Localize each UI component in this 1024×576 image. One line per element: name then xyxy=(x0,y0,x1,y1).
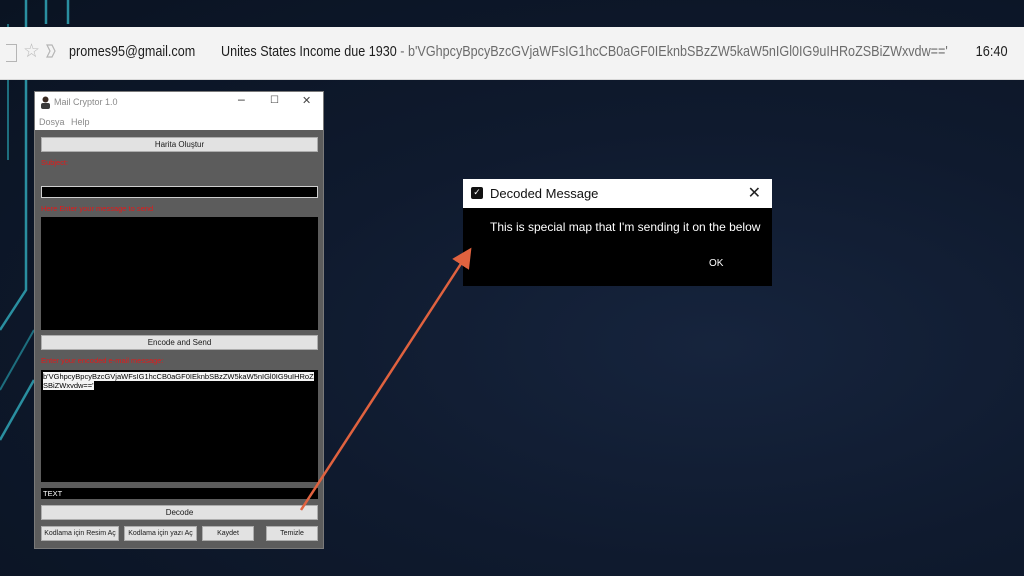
decoded-text-label: TEXT xyxy=(43,489,63,498)
create-map-button[interactable]: Harita Oluştur xyxy=(41,137,318,152)
dialog-title: Decoded Message xyxy=(490,186,599,201)
open-text-button[interactable]: Kodlama için yazı Aç xyxy=(124,526,197,541)
encoded-message-label: Enter your encoded e-mail message: xyxy=(41,356,164,365)
email-subject: Unites States Income due 1930 - b'VGhpcy… xyxy=(221,43,948,60)
checkbox-icon[interactable] xyxy=(6,44,17,62)
encode-send-button[interactable]: Encode and Send xyxy=(41,335,318,350)
decoded-text-output: TEXT xyxy=(41,488,318,499)
decoded-message-dialog: ✓ Decoded Message ✕ This is special map … xyxy=(463,179,772,286)
subject-input[interactable] xyxy=(41,186,318,198)
window-titlebar[interactable]: Mail Cryptor 1.0 ─ ☐ ✕ xyxy=(35,92,323,114)
email-snippet: - b'VGhpcyBpcyBzcGVjaWFsIG1hcCB0aGF0IEkn… xyxy=(396,43,948,60)
minimize-button[interactable]: ─ xyxy=(238,94,245,107)
encoded-message-textarea[interactable]: b'VGhpcyBpcyBzcGVjaWFsIG1hcCB0aGF0IEknbS… xyxy=(41,370,318,482)
message-textarea[interactable] xyxy=(41,217,318,330)
subject-label: Subject: xyxy=(41,158,69,167)
encoded-message-text: b'VGhpcyBpcyBzcGVjaWFsIG1hcCB0aGF0IEknbS… xyxy=(43,372,314,390)
important-marker-icon[interactable] xyxy=(46,44,56,58)
email-sender: promes95@gmail.com xyxy=(69,43,196,60)
email-row[interactable]: ☆ promes95@gmail.com Unites States Incom… xyxy=(0,27,1024,80)
save-button[interactable]: Kaydet xyxy=(202,526,254,541)
dialog-close-icon[interactable]: ✕ xyxy=(748,183,761,202)
clear-button[interactable]: Temizle xyxy=(266,526,318,541)
window-title: Mail Cryptor 1.0 xyxy=(54,97,118,107)
mail-cryptor-window: Mail Cryptor 1.0 ─ ☐ ✕ Dosya Help Harita… xyxy=(34,91,324,549)
message-label: Here Enter your message to send xyxy=(41,204,154,213)
menu-help[interactable]: Help xyxy=(71,117,90,127)
close-button[interactable]: ✕ xyxy=(302,94,311,107)
dialog-titlebar[interactable]: ✓ Decoded Message ✕ xyxy=(463,179,772,208)
menu-dosya[interactable]: Dosya xyxy=(39,117,65,127)
email-subject-text: Unites States Income due 1930 xyxy=(221,43,397,60)
dialog-message: This is special map that I'm sending it … xyxy=(490,220,761,234)
ok-button[interactable]: OK xyxy=(709,258,723,269)
open-image-button[interactable]: Kodlama için Resim Aç xyxy=(41,526,119,541)
decode-button[interactable]: Decode xyxy=(41,505,318,520)
menu-bar: Dosya Help xyxy=(35,114,323,130)
maximize-button[interactable]: ☐ xyxy=(270,95,279,106)
checkmark-icon: ✓ xyxy=(471,187,483,199)
email-time: 16:40 xyxy=(976,43,1008,60)
app-person-icon xyxy=(41,96,50,109)
star-icon[interactable]: ☆ xyxy=(23,40,40,62)
